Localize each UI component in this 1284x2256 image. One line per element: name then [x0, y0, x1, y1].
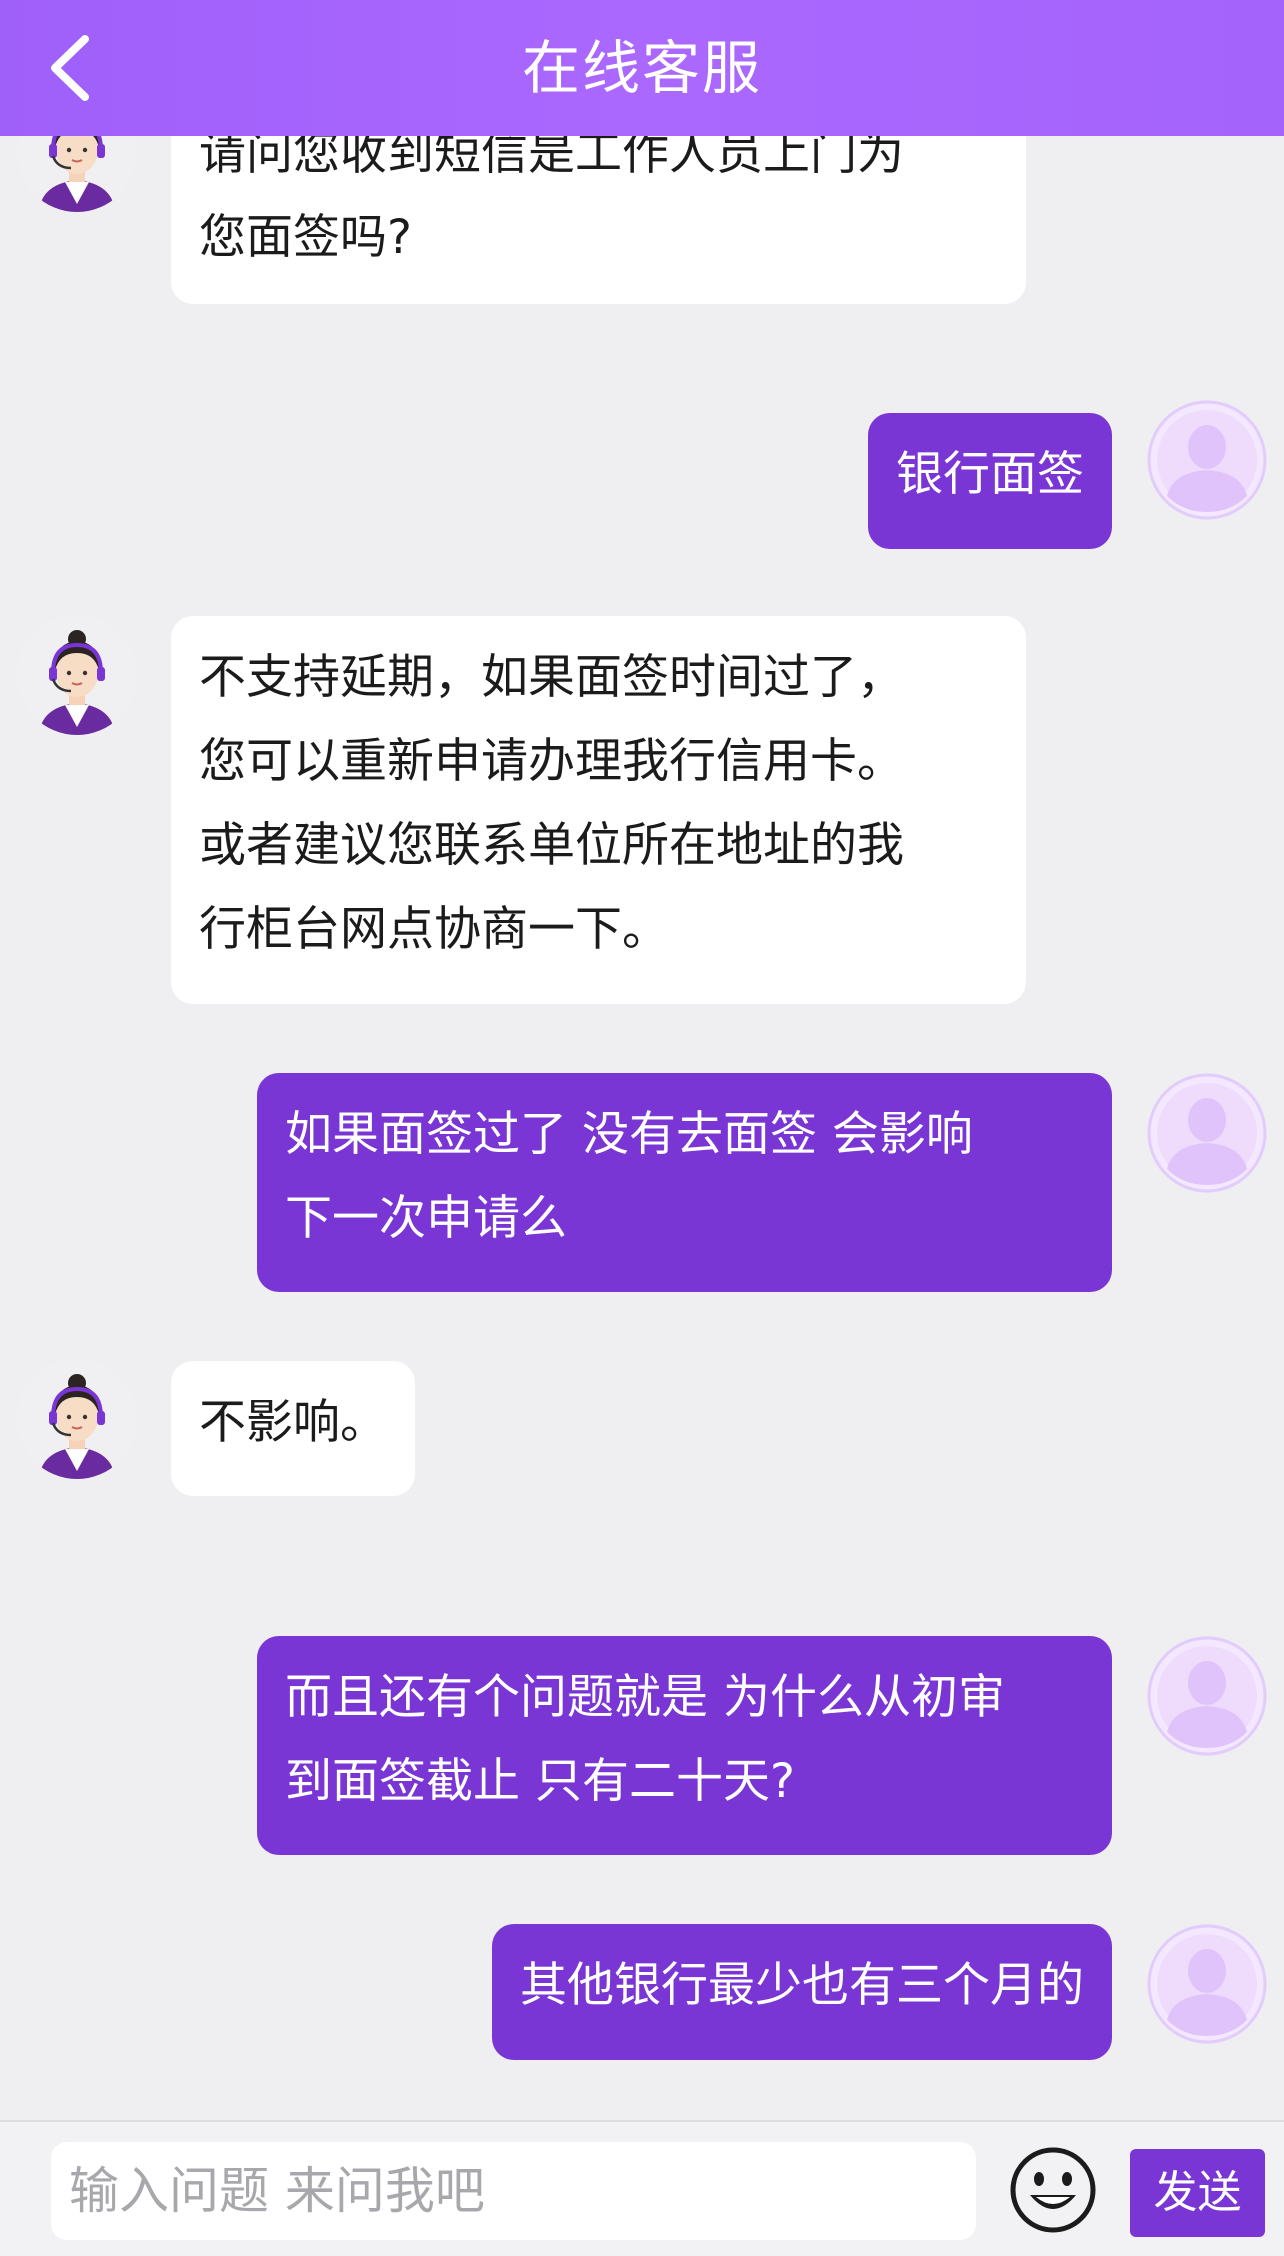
user-message-bubble: 银行面签: [868, 413, 1112, 549]
header-bar: 在线客服: [0, 0, 1284, 136]
chat-message-list[interactable]: 请问您收到短信是工作人员上门为 您面签吗? 银行面签 不支持延期，如果面签时间过…: [0, 136, 1284, 2120]
user-avatar-icon: [1147, 1636, 1267, 1756]
agent-avatar-icon: [17, 615, 137, 735]
agent-avatar-icon: [17, 1359, 137, 1479]
user-message-bubble: 其他银行最少也有三个月的: [492, 1924, 1112, 2060]
agent-avatar: [17, 1359, 137, 1479]
emoji-button[interactable]: [1008, 2142, 1098, 2238]
message-input[interactable]: [51, 2142, 976, 2240]
user-avatar: [1147, 1073, 1267, 1193]
smiley-face-icon: [1010, 2147, 1096, 2233]
chat-page: 在线客服 请问您收到短信是工作人员上门为 您面签吗? 银行面签 不支持延期，如果…: [0, 0, 1284, 2256]
send-button[interactable]: 发送: [1130, 2149, 1265, 2237]
agent-message-bubble: 请问您收到短信是工作人员上门为 您面签吗?: [171, 136, 1026, 304]
user-message-bubble: 而且还有个问题就是 为什么从初审 到面签截止 只有二十天?: [257, 1636, 1112, 1855]
user-avatar: [1147, 1924, 1267, 2044]
agent-avatar: [17, 136, 137, 212]
agent-avatar: [17, 615, 137, 735]
agent-avatar-icon: [17, 136, 137, 212]
user-avatar-icon: [1147, 1924, 1267, 2044]
user-avatar-icon: [1147, 400, 1267, 520]
agent-message-bubble: 不支持延期，如果面签时间过了， 您可以重新申请办理我行信用卡。 或者建议您联系单…: [171, 616, 1026, 1004]
agent-message-bubble: 不影响。: [171, 1361, 415, 1496]
user-message-bubble: 如果面签过了 没有去面签 会影响 下一次申请么: [257, 1073, 1112, 1292]
user-avatar-icon: [1147, 1073, 1267, 1193]
page-title: 在线客服: [521, 34, 762, 102]
user-avatar: [1147, 1636, 1267, 1756]
input-bar: 发送: [0, 2120, 1284, 2256]
user-avatar: [1147, 400, 1267, 520]
